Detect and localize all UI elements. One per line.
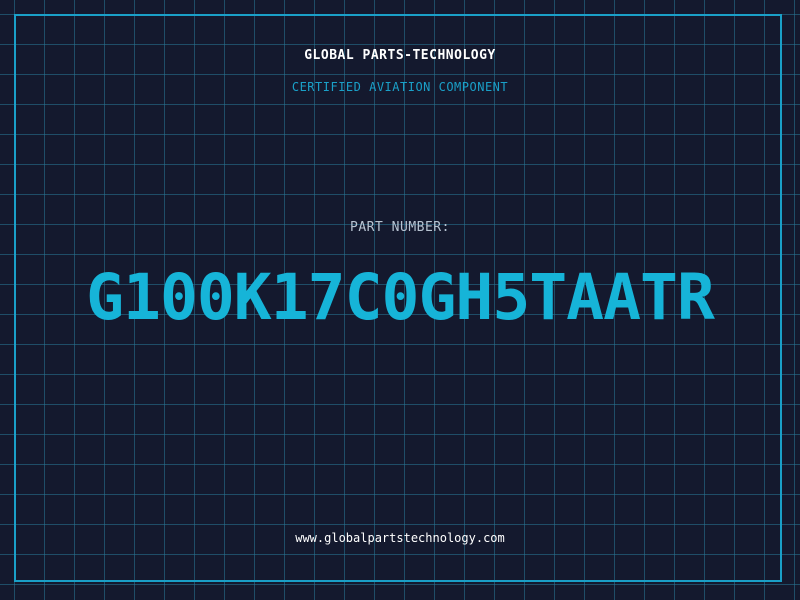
company-name: GLOBAL PARTS-TECHNOLOGY (304, 48, 496, 63)
certification-subtitle: CERTIFIED AVIATION COMPONENT (291, 80, 509, 94)
part-number-label: PART NUMBER: (350, 220, 450, 235)
part-number-value: G100K17C0GH5TAATR (86, 261, 715, 334)
website-url: www.globalpartstechnology.com (295, 531, 505, 545)
